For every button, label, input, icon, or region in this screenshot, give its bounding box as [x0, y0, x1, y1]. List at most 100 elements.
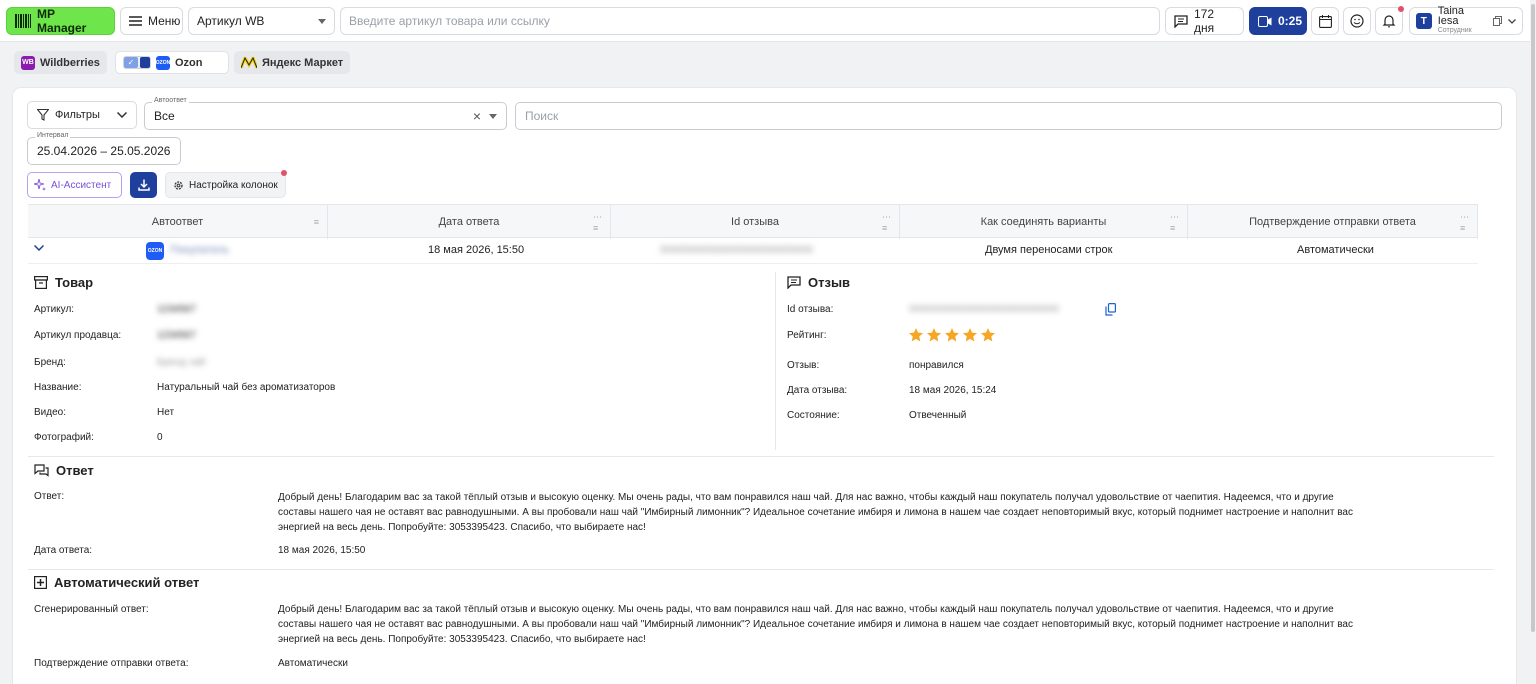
product-section-title: Товар: [34, 275, 93, 290]
review-text-value: понравился: [909, 360, 964, 371]
name-label: Название:: [34, 382, 82, 393]
brand-label: Бренд:: [34, 357, 66, 368]
auto-answer-section-title: Автоматический ответ: [34, 575, 199, 590]
expand-chevron-icon[interactable]: [34, 245, 44, 251]
copy-icon[interactable]: [1105, 303, 1116, 316]
chat-icon: [1174, 14, 1188, 28]
sparkle-icon: [34, 179, 46, 191]
generated-answer-text: Добрый день! Благодарим вас за такой тёп…: [278, 604, 1353, 645]
column-autoreply[interactable]: Автоответ ≡: [28, 205, 328, 239]
user-name: Taina Iesa: [1437, 5, 1465, 27]
column-label: Автоответ: [151, 216, 204, 228]
download-button[interactable]: [130, 172, 157, 198]
column-send-confirmation[interactable]: Подтверждение отправки ответа ⋯ ≡: [1188, 205, 1478, 239]
table-row[interactable]: OZON Покупатель 18 мая 2026, 15:50 00000…: [28, 238, 1478, 264]
row-send-confirmation: Автоматически: [1297, 244, 1374, 256]
interval-label: Интервал: [35, 132, 71, 139]
autoreply-label: Автоответ: [152, 97, 189, 104]
columns-settings-dot: [281, 170, 287, 176]
yandex-market-logo-icon: [241, 56, 257, 69]
photos-label: Фотографий:: [34, 432, 94, 443]
marketplace-wildberries[interactable]: WB Wildberries: [14, 51, 107, 74]
column-answer-date[interactable]: Дата ответа ⋯ ≡: [328, 205, 611, 239]
auto-confirm-label: Подтверждение отправки ответа:: [34, 658, 189, 669]
review-section-title: Отзыв: [787, 275, 850, 290]
video-timer-button[interactable]: 0:25: [1249, 7, 1307, 35]
review-date-value: 18 мая 2026, 15:24: [909, 385, 997, 396]
review-state-value: Отвеченный: [909, 410, 967, 421]
user-role: Сотрудник: [1437, 27, 1472, 34]
rating-stars: [908, 327, 996, 343]
row-review-id: 0000000000000000000000000: [660, 244, 813, 256]
review-id-label: Id отзыва:: [787, 304, 834, 315]
column-label: Подтверждение отправки ответа: [1249, 216, 1416, 228]
ai-assistant-label: AI-Ассистент: [51, 179, 112, 191]
marketplace-ozon[interactable]: ✓ OZON Ozon: [115, 51, 229, 74]
check-icon: ✓: [124, 57, 138, 68]
star-icon: [963, 328, 977, 342]
column-label: Id отзыва: [731, 216, 779, 228]
star-icon: [927, 328, 941, 342]
filters-button[interactable]: Фильтры: [27, 101, 137, 129]
timer-label: 0:25: [1278, 14, 1303, 28]
video-icon: [1258, 15, 1272, 27]
columns-settings-button[interactable]: Настройка колонок: [165, 170, 287, 198]
article-search-placeholder: Введите артикул товара или ссылку: [349, 14, 550, 28]
article-type-select[interactable]: Артикул WB: [188, 7, 335, 35]
column-menu-icon[interactable]: ⋯ ≡: [1170, 212, 1179, 233]
review-id-value: 000000000000000000000000000: [909, 304, 1060, 315]
review-text-label: Отзыв:: [787, 360, 820, 371]
auto-confirm-value: Автоматически: [278, 658, 348, 669]
subscription-days-button[interactable]: 172 дня: [1165, 7, 1244, 35]
marketplace-label: Wildberries: [40, 56, 100, 69]
copy-icon: [1493, 16, 1502, 26]
column-menu-icon[interactable]: ⋯ ≡: [593, 212, 602, 233]
clear-icon[interactable]: ×: [473, 108, 481, 124]
chat-bubbles-icon: [34, 464, 49, 477]
logo-button[interactable]: MP Manager: [6, 7, 115, 35]
section-label: Отзыв: [808, 275, 851, 290]
column-menu-icon[interactable]: ⋯ ≡: [1460, 212, 1469, 233]
video-value: Нет: [157, 407, 175, 418]
seller-article-label: Артикул продавца:: [34, 330, 122, 341]
wildberries-logo-icon: WB: [21, 55, 35, 70]
scrollbar-thumb[interactable]: [1531, 4, 1535, 632]
ozon-logo-icon: OZON: [146, 242, 164, 260]
column-menu-icon[interactable]: ≡: [314, 217, 319, 227]
answer-date-value: 18 мая 2026, 15:50: [278, 545, 366, 556]
bell-icon: [1382, 14, 1396, 28]
column-join-variants[interactable]: Как соединять варианты ⋯ ≡: [900, 205, 1188, 239]
interval-picker[interactable]: Интервал 25.04.2026 – 25.05.2026: [27, 132, 181, 165]
autoreply-select[interactable]: Автоответ Все ×: [144, 97, 507, 130]
ai-assistant-button[interactable]: AI-Ассистент: [27, 172, 122, 198]
video-label: Видео:: [34, 407, 66, 418]
menu-button[interactable]: Меню: [120, 7, 183, 35]
product-article-label: Артикул:: [34, 304, 75, 315]
column-review-id[interactable]: Id отзыва ⋯ ≡: [611, 205, 900, 239]
section-divider: [775, 272, 776, 450]
section-divider: [28, 569, 1494, 570]
support-button[interactable]: [1343, 7, 1371, 35]
toggle-knob: [140, 57, 150, 68]
notifications-button[interactable]: [1375, 6, 1404, 35]
user-menu[interactable]: T Taina Iesa Сотрудник: [1409, 5, 1523, 35]
caret-down-icon: [318, 18, 326, 24]
columns-settings-label: Настройка колонок: [189, 179, 278, 191]
article-search-input[interactable]: Введите артикул товара или ссылку: [340, 7, 1160, 35]
hamburger-icon: [129, 16, 142, 26]
search-input[interactable]: Поиск: [515, 102, 1502, 130]
calendar-button[interactable]: [1311, 7, 1339, 35]
answer-label: Ответ:: [34, 491, 65, 502]
page-scrollbar[interactable]: [1530, 0, 1536, 684]
top-bar: MP Manager Меню Артикул WB Введите артик…: [0, 0, 1530, 42]
answer-text: Добрый день! Благодарим вас за такой тёп…: [278, 492, 1353, 533]
review-state-label: Состояние:: [787, 410, 840, 421]
funnel-icon: [37, 109, 49, 121]
calendar-icon: [1318, 14, 1332, 28]
add-box-icon: [34, 576, 47, 589]
column-menu-icon[interactable]: ⋯ ≡: [882, 212, 891, 233]
ozon-toggle[interactable]: ✓: [123, 56, 151, 69]
customer-name: Покупатель: [170, 244, 230, 256]
caret-down-icon[interactable]: [489, 113, 497, 119]
marketplace-yandex[interactable]: Яндекс Маркет: [234, 51, 351, 74]
